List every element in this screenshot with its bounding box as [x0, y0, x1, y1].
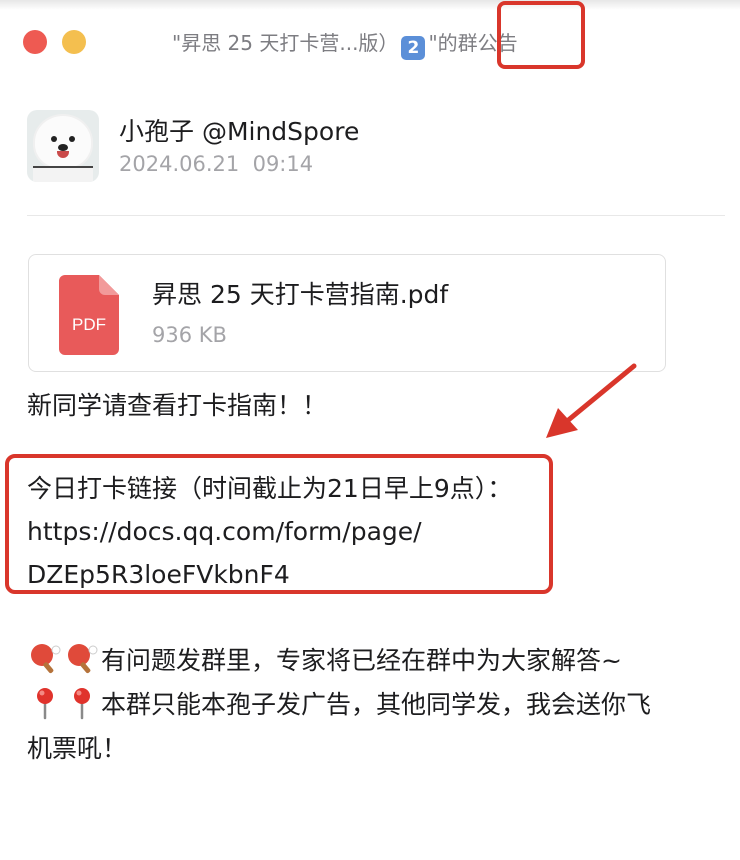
dog-right-eye: [69, 136, 75, 142]
title-highlight-box: [497, 1, 585, 69]
dog-left-eye: [51, 136, 57, 142]
close-window-button[interactable]: [23, 30, 47, 54]
qa-line: 有问题发群里，专家将已经在群中为大家解答~: [27, 640, 622, 682]
attachment-file-name: 昇思 25 天打卡营指南.pdf: [152, 280, 449, 309]
author-info: 小孢子 @MindSpore 2024.06.21 09:14: [119, 115, 359, 178]
attachment-file-size: 936 KB: [152, 323, 227, 347]
rule-text: 本群只能本孢子发广告，其他同学发，我会送你飞: [101, 690, 652, 719]
minimize-window-button[interactable]: [62, 30, 86, 54]
round-pushpin-icon: [37, 688, 53, 720]
author-name[interactable]: 小孢子 @MindSpore: [119, 115, 359, 149]
pdf-attachment-card[interactable]: PDF 昇思 25 天打卡营指南.pdf 936 KB: [28, 254, 666, 372]
window-title-quote: "的: [428, 31, 458, 55]
rule-text-continued: 机票吼！: [27, 734, 128, 763]
dog-nose: [58, 144, 68, 151]
window-title: "昇思 25 天打卡营...版） 2 "的群公告: [172, 29, 518, 60]
pdf-icon-label: PDF: [72, 315, 106, 334]
window-top-edge: [0, 0, 740, 10]
rule-line: 本群只能本孢子发广告，其他同学发，我会送你飞: [27, 684, 651, 726]
ping-pong-icon: [31, 644, 61, 674]
announcement-window: "昇思 25 天打卡营...版） 2 "的群公告 小孢子 @MindSpore 20…: [0, 0, 740, 860]
announcement-author: 小孢子 @MindSpore 2024.06.21 09:14: [27, 110, 359, 182]
qa-text: 有问题发群里，专家将已经在群中为大家解答~: [101, 646, 622, 675]
window-title-prefix: "昇思 25 天打卡营...版）: [172, 31, 399, 55]
round-pushpin-icon: [74, 688, 90, 720]
header-divider: [27, 215, 725, 216]
dog-shirt: [33, 166, 93, 182]
link-highlight-box: [5, 454, 553, 594]
red-arrow-annotation: [546, 363, 637, 438]
dog-head-shape: [35, 116, 91, 168]
keycap-digit-emoji: 2: [401, 36, 426, 60]
avatar[interactable]: [27, 110, 99, 182]
pdf-file-icon: PDF: [59, 275, 119, 355]
post-timestamp: 2024.06.21 09:14: [119, 151, 314, 176]
announcement-line-guide: 新同学请查看打卡指南！！: [27, 391, 328, 420]
ping-pong-icon: [68, 644, 98, 674]
